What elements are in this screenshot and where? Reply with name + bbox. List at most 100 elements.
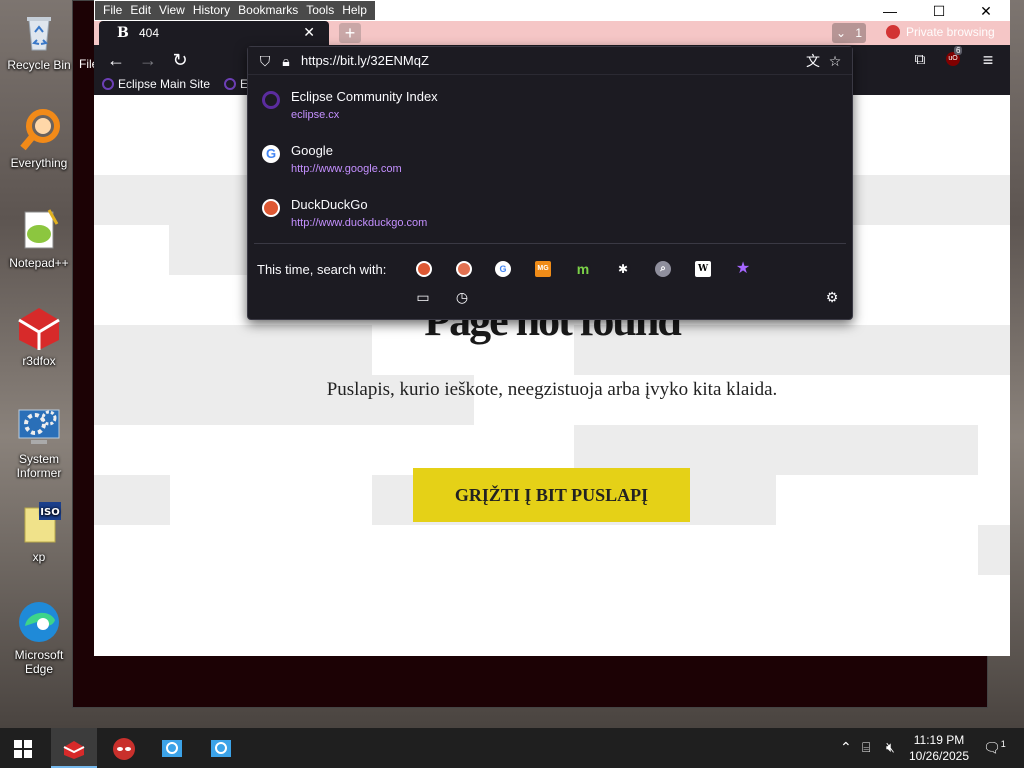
arrow-left-icon: ← xyxy=(107,50,125,70)
bug-engine-icon[interactable]: ✱ xyxy=(615,261,631,277)
clock-date: 10/26/2025 xyxy=(908,749,970,763)
volume-muted-icon[interactable]: 🔇︎ xyxy=(886,739,895,756)
suggestion-title: Google xyxy=(291,143,333,158)
new-tab-button[interactable]: + xyxy=(339,23,361,43)
chevron-up-icon[interactable]: ⌃ xyxy=(840,739,852,756)
svg-text:ISO: ISO xyxy=(40,507,59,518)
r3dfox-icon xyxy=(15,304,63,352)
duckduckgo-lite-engine-icon[interactable] xyxy=(456,261,472,277)
menu-bar: File Edit View History Bookmarks Tools H… xyxy=(94,0,1010,21)
menu-bookmarks[interactable]: Bookmarks xyxy=(234,1,302,20)
start-button[interactable] xyxy=(0,728,46,768)
back-button[interactable]: ← xyxy=(104,49,128,71)
menu-file[interactable]: File xyxy=(99,1,126,20)
desktop-icon-r3dfox[interactable]: r3dfox xyxy=(4,304,74,368)
search-with-label: This time, search with: xyxy=(257,262,387,277)
desktop-icon-everything[interactable]: Everything xyxy=(4,106,74,170)
suggestion-title: Eclipse Community Index xyxy=(291,89,438,104)
suggestion-title: DuckDuckGo xyxy=(291,197,368,212)
edge-icon xyxy=(15,598,63,646)
arrow-right-icon: → xyxy=(139,50,157,70)
menu-history[interactable]: History xyxy=(189,1,234,20)
maximize-button[interactable]: ☐ xyxy=(924,2,954,20)
tab-close-icon[interactable]: ✕ xyxy=(303,24,315,41)
private-mask-icon xyxy=(113,738,135,761)
app-menu-button[interactable]: ≡ xyxy=(976,49,1000,71)
everything-search-icon xyxy=(15,106,63,154)
divider xyxy=(254,243,846,244)
duckduckgo-engine-icon[interactable] xyxy=(416,261,432,277)
history-search-icon[interactable]: ◷ xyxy=(453,289,471,305)
extensions-button[interactable]: ⧉ xyxy=(908,49,932,71)
bit-favicon-icon: B xyxy=(117,25,129,41)
gear-icon[interactable]: ⚙ xyxy=(823,289,841,305)
background-tile xyxy=(94,475,170,525)
tab-count: 1 xyxy=(855,26,863,40)
translate-icon[interactable]: 文 xyxy=(804,52,822,70)
ublock-badge-count: 6 xyxy=(954,46,963,55)
desktop-icon-recycle-bin[interactable]: Recycle Bin xyxy=(4,8,74,72)
tabs-search-icon[interactable]: ▭ xyxy=(414,289,432,305)
url-bar[interactable]: ⛉ 🔒︎ https://bit.ly/32ENMqZ 文 ☆ xyxy=(248,47,852,75)
system-clock[interactable]: 11:19 PM 10/26/2025 xyxy=(906,732,972,764)
shield-icon[interactable]: ⛉ xyxy=(256,52,274,70)
tab-strip: B 404 ✕ + ⌄ 1 Private browsing xyxy=(94,21,1010,45)
desktop-icon-microsoft-edge[interactable]: Microsoft Edge xyxy=(4,598,74,676)
lock-icon[interactable]: 🔒︎ xyxy=(277,52,295,70)
private-browsing-indicator: Private browsing xyxy=(886,25,995,39)
windows-logo-icon xyxy=(14,740,32,759)
menu-tools[interactable]: Tools xyxy=(302,1,338,20)
private-browsing-label: Private browsing xyxy=(906,25,995,39)
google-icon: G xyxy=(262,145,280,163)
chevron-down-icon: ⌄ xyxy=(836,26,847,40)
menu-list: File Edit View History Bookmarks Tools H… xyxy=(95,1,375,20)
magnifier-window-icon xyxy=(162,740,182,758)
return-home-button[interactable]: GRĮŽTI Į BIT PUSLAPĮ xyxy=(413,468,690,522)
error-description: Puslapis, kurio ieškote, neegzistuoja ar… xyxy=(326,379,778,400)
taskbar-app-2[interactable] xyxy=(198,728,244,768)
network-icon[interactable]: ⌸ xyxy=(862,739,870,756)
bookmark-eclipse-partial[interactable]: E xyxy=(224,77,248,91)
clock-time: 11:19 PM xyxy=(913,733,965,747)
hamburger-icon: ≡ xyxy=(982,50,994,70)
suggestion-google[interactable]: G Google http://www.google.com xyxy=(248,139,852,191)
notepad-plus-plus-icon xyxy=(15,206,63,254)
desktop-icon-xp[interactable]: ISO xp xyxy=(4,500,74,564)
bookmark-eclipse-main-site[interactable]: Eclipse Main Site xyxy=(102,77,210,91)
eclipse-icon xyxy=(224,78,236,90)
taskbar-private-browser[interactable] xyxy=(101,728,147,768)
notification-center-icon[interactable]: 🗨︎1 xyxy=(983,739,1006,757)
suggestion-url: http://www.duckduckgo.com xyxy=(291,217,428,229)
taskbar-app-1[interactable] xyxy=(149,728,195,768)
menu-view[interactable]: View xyxy=(155,1,189,20)
reload-button[interactable]: ↻ xyxy=(168,49,192,71)
url-input[interactable]: https://bit.ly/32ENMqZ xyxy=(301,53,429,68)
recycle-bin-icon xyxy=(15,8,63,56)
minimize-button[interactable]: — xyxy=(875,2,905,20)
desktop-icon-system-informer[interactable]: System Informer xyxy=(4,402,74,480)
background-tile xyxy=(978,525,1010,575)
suggestion-duckduckgo[interactable]: DuckDuckGo http://www.duckduckgo.com xyxy=(248,193,852,245)
taskbar-r3dfox[interactable] xyxy=(51,728,97,768)
bookmarks-star-engine-icon[interactable]: ★ xyxy=(735,261,751,277)
tab-404[interactable]: B 404 ✕ xyxy=(99,21,329,45)
suggestion-url: eclipse.cx xyxy=(291,109,340,121)
puzzle-icon: ⧉ xyxy=(914,51,926,68)
menu-edit[interactable]: Edit xyxy=(126,1,155,20)
mojeek-engine-icon[interactable]: MG xyxy=(535,261,551,277)
system-informer-icon xyxy=(15,402,63,450)
search-engine-icon[interactable]: ⌕ xyxy=(655,261,671,277)
forward-button[interactable]: → xyxy=(136,49,160,71)
close-window-button[interactable]: ✕ xyxy=(971,2,1001,20)
marginalia-engine-icon[interactable]: m xyxy=(575,261,591,277)
star-bookmark-icon[interactable]: ☆ xyxy=(826,52,844,70)
r3dfox-icon xyxy=(63,741,85,760)
list-all-tabs-button[interactable]: ⌄ 1 xyxy=(832,23,866,43)
menu-help[interactable]: Help xyxy=(338,1,371,20)
suggestion-eclipse[interactable]: Eclipse Community Index eclipse.cx xyxy=(248,85,852,137)
suggestion-url: http://www.google.com xyxy=(291,163,402,175)
wikipedia-engine-icon[interactable]: W xyxy=(695,261,711,277)
google-engine-icon[interactable]: G xyxy=(495,261,511,277)
desktop-icon-notepad-plus-plus[interactable]: Notepad++ xyxy=(4,206,74,270)
eclipse-icon xyxy=(262,91,280,109)
